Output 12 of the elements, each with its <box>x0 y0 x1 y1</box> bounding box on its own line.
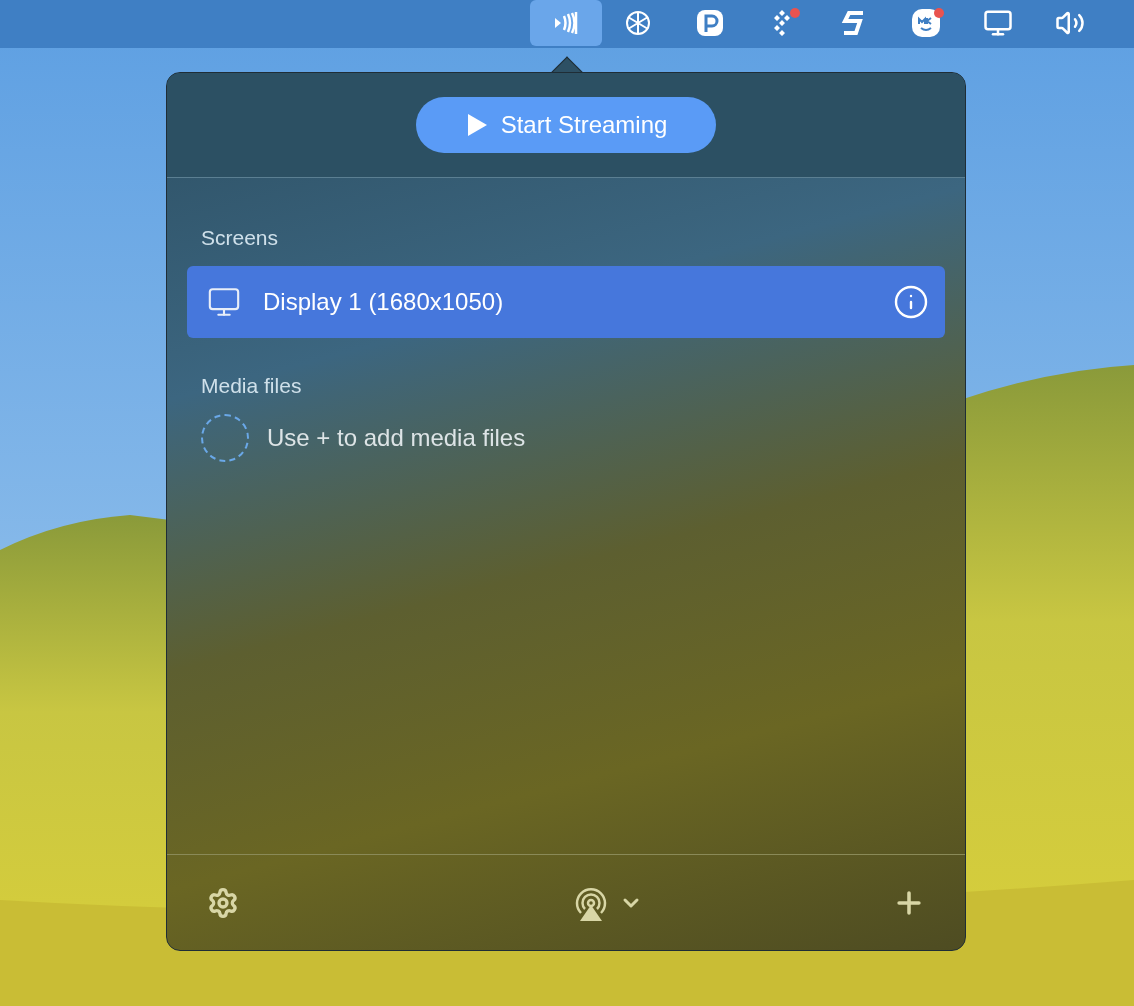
smiley-face-icon <box>911 8 941 38</box>
start-streaming-button[interactable]: Start Streaming <box>416 97 716 153</box>
monitor-icon <box>983 8 1013 38</box>
screen-row[interactable]: Display 1 (1680x1050) <box>187 265 945 338</box>
empty-list-hint: Use + to add media files <box>267 423 526 453</box>
info-icon[interactable] <box>893 283 929 320</box>
section-title: Screens <box>201 225 280 251</box>
settings-icon <box>207 886 239 919</box>
section-title: Media files <box>201 372 303 399</box>
p-logo-icon <box>695 8 725 38</box>
menu-bar-item[interactable] <box>530 0 602 46</box>
screen-label: Display 1 (1680x1050) <box>263 286 505 317</box>
